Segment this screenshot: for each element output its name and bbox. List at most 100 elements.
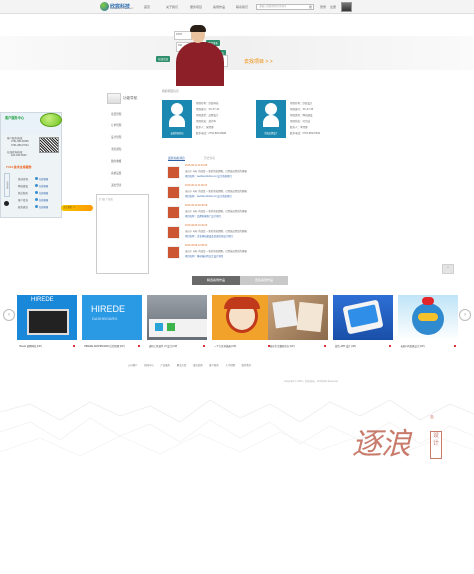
status-dot [73,345,75,347]
work-item[interactable]: 通讯工具软件 UI 设计 [UP] [147,295,207,349]
chevron-right-icon[interactable]: › [459,309,471,321]
work-item[interactable]: 城市生活摄影杂志 [UP] [268,295,328,349]
service-row[interactable]: 客户投诉 在线客服 [4,197,60,203]
chick-beak-icon [418,313,438,321]
nav-item-home[interactable]: 首页 [144,5,150,9]
nav-item-about[interactable]: 关于我们 [166,5,178,9]
service-row-label: 售后服务 [18,192,29,195]
scroll-top-button[interactable]: ⌃ [442,264,454,274]
work-thumbnail: HIREDE DASHBOARD [82,295,142,340]
tab-more-works[interactable]: 更多案例作品 [240,276,288,285]
work-item[interactable]: HIREDE DASHBOARD HIREDE DASHBOARD 后台管理 [… [82,295,142,349]
service-row-label: 客户投诉 [18,199,29,202]
work-caption: Hirede 招聘网站 [UP] [19,345,42,348]
footer-link[interactable]: 公司简介 [128,364,138,367]
footer-link[interactable]: 成功案例 [193,364,203,367]
hero-banner: 在线洽谈 项目发布 需求提交 欢迎您 创意 设计 [0,14,474,86]
logo-mark-icon [100,2,109,11]
brand-seal: 逐浪 设计 ® [352,415,444,462]
search-input[interactable]: 请输入您要搜索的关键字 搜 [256,4,314,10]
feed-item[interactable]: 2015-08-11 14:08:16 来自于 ugly. 的回复 -- 新的消… [167,184,357,204]
work-item[interactable]: HIREDE Hirede 招聘网站 [UP] [17,295,77,349]
feed-link[interactable]: 项目名称：wechat.xinchen.cn 设计系统项目 [185,194,232,198]
footer-link[interactable]: 产品服务 [160,364,170,367]
footer-link[interactable]: 新闻中心 [144,364,154,367]
service-row[interactable]: 售后服务 在线客服 [4,190,60,196]
footer-link[interactable]: 人才招聘 [225,364,235,367]
follow-us-button[interactable]: 关注我们 >> [61,205,93,211]
profile-label: 安徽欣宸科技 [170,133,184,135]
user-body-icon [169,115,185,127]
feed-link[interactable]: 项目名称：wechat.xinchen.cn 设计系统项目 [185,174,232,178]
footer-link[interactable]: 联系我们 [242,364,252,367]
nav-item-design[interactable]: 设计管理 [111,135,121,139]
feed-item[interactable]: 2015-08-11 14:20:08 来自于 ugly. 的回复 -- 新的消… [167,164,357,184]
nav-item-logout[interactable]: 退出登录 [111,183,121,187]
chevron-left-icon[interactable]: ‹ [3,309,15,321]
nav-item-services[interactable]: 服务项目 [190,5,202,9]
hero-band [0,36,474,70]
service-row-link[interactable]: 在线客服 [39,198,48,202]
feed-avatar [167,246,180,259]
work-caption: 卡通小鸡形象设计 [UP] [400,345,425,348]
footer-nav: 公司简介 新闻中心 产品服务 解决方案 成功案例 客户服务 人才招聘 联系我们 [128,363,358,368]
profile-card-2[interactable]: 欣宸品牌设计 [256,100,286,138]
tab-history[interactable]: 历史消息 [204,156,215,160]
thumb-subtitle: DASHBOARD [92,316,118,321]
site-logo[interactable]: 欣宸科技 XINCHEN TECHNOLOGY [100,2,138,11]
footer-link[interactable]: 客户服务 [209,364,219,367]
service-row[interactable]: 网站建设 在线客服 [4,183,60,189]
work-caption: HIREDE DASHBOARD 后台管理 [UP] [84,345,125,348]
footer-link[interactable]: 解决方案 [177,364,187,367]
feed-date: 2015-08-08 12:08:02 [185,244,208,247]
profile-card-1[interactable]: 安徽欣宸科技 [162,100,192,138]
work-item[interactable]: 蓝色 APP 设计 [UP] [333,295,393,349]
nav-item-settings[interactable]: 系统设置 [111,171,121,175]
feed-avatar [167,226,180,239]
feed-link[interactable]: 项目名称：移动端应用交互设计项目 [185,254,223,258]
tab-featured-works[interactable]: 精选案例作品 [192,276,240,285]
feed-item[interactable]: 2015-08-09 16:40:20 来自于 ugly. 的回复 -- 新的消… [167,224,357,244]
service-row-link[interactable]: 在线客服 [39,177,48,181]
service-row[interactable]: 服务建议 在线客服 [4,204,60,210]
nav-item-projects[interactable]: 项目管理 [111,112,121,116]
chat-icon [35,184,38,187]
panel-title: 客户服务中心 [5,116,25,120]
ad-box[interactable]: [广告] 广告位 [96,194,149,274]
service-row-link[interactable]: 在线客服 [39,184,48,188]
chat-bubble-icon[interactable] [40,113,62,127]
tab-latest[interactable]: 最新动态消息 [168,156,185,161]
feed-link[interactable]: 项目名称：品牌形象推广设计项目 [185,214,221,218]
search-placeholder: 请输入您要搜索的关键字 [259,5,287,8]
work-item[interactable]: 一个小女孩插画 [UP] [212,295,272,349]
feed-text: 来自于 ugly. 的回复 -- 新的消息提醒，已经发送到您的邮箱 [185,170,247,173]
feed-item[interactable]: 2015-08-08 12:08:02 来自于 ugly. 的回复 -- 新的消… [167,244,357,264]
panel-phone-3: 400-030-8020 [11,154,27,157]
nav-item-contact[interactable]: 联系我们 [236,5,248,9]
thumb-logo: HIREDE [31,297,54,303]
user-avatar[interactable] [341,2,352,12]
work-item[interactable]: 卡通小鸡形象设计 [UP] [398,295,458,349]
feed-text: 来自于 ugly. 的回复 -- 新的消息提醒，已经发送到您的邮箱 [185,250,247,253]
nav-item-cases[interactable]: 案例作品 [213,5,225,9]
nav-item-orders[interactable]: 订单管理 [111,123,121,127]
nav-item-favorites[interactable]: 我的收藏 [111,159,121,163]
hero-person-image [174,25,224,86]
work-thumbnail [333,295,393,340]
service-row[interactable]: 售前咨询 在线客服 [4,176,60,182]
feed-item[interactable]: 2015-08-10 09:46:08 来自于 ugly. 的回复 -- 新的消… [167,204,357,224]
works-gallery: ‹ › HIREDE Hirede 招聘网站 [UP] HIREDE DASHB… [0,292,474,352]
service-row-link[interactable]: 在线客服 [39,205,48,209]
service-row-label: 服务建议 [18,206,29,209]
feed-link[interactable]: 项目名称：企业网站建设及页面优化设计项目 [185,234,233,238]
user-icon [171,103,183,115]
work-caption: 城市生活摄影杂志 [UP] [270,345,295,348]
hero-cta-link[interactable]: 去找项目 > > [244,58,273,65]
register-link[interactable]: 注册 [330,5,336,9]
status-dot [138,345,140,347]
search-button[interactable]: 搜 [309,5,312,9]
service-row-link[interactable]: 在线客服 [39,191,48,195]
service-row-label: 售前咨询 [18,178,29,181]
login-link[interactable]: 登录 [320,5,326,9]
nav-item-messages[interactable]: 消息通知 [111,147,121,151]
